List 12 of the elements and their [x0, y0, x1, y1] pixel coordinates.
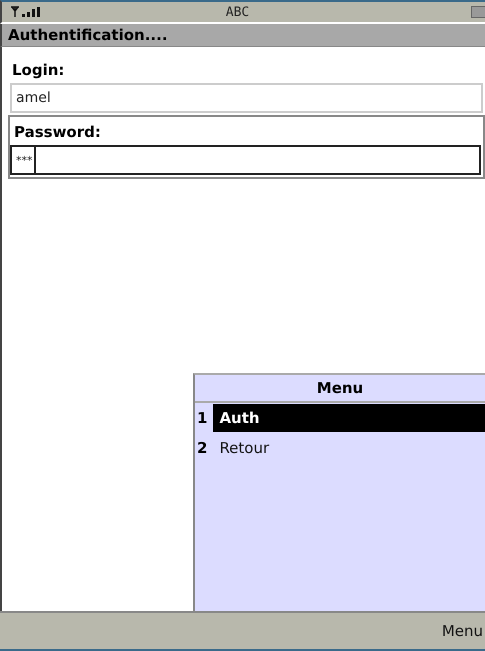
item-number: 2	[197, 439, 208, 457]
battery-icon	[471, 6, 485, 18]
menu-item[interactable]: Retour	[213, 434, 485, 462]
field-label: Login:	[11, 60, 66, 81]
menu-item[interactable]: Auth	[213, 404, 485, 432]
input-field[interactable]: ***	[10, 145, 481, 175]
softkey-label[interactable]: Menu	[442, 622, 483, 640]
field-label: Password:	[13, 122, 102, 143]
input-mode: ABC	[224, 4, 250, 20]
item-number: 1	[197, 409, 208, 427]
screen-title: Authentification....	[0, 24, 485, 47]
input-field[interactable]: amel	[10, 83, 483, 113]
